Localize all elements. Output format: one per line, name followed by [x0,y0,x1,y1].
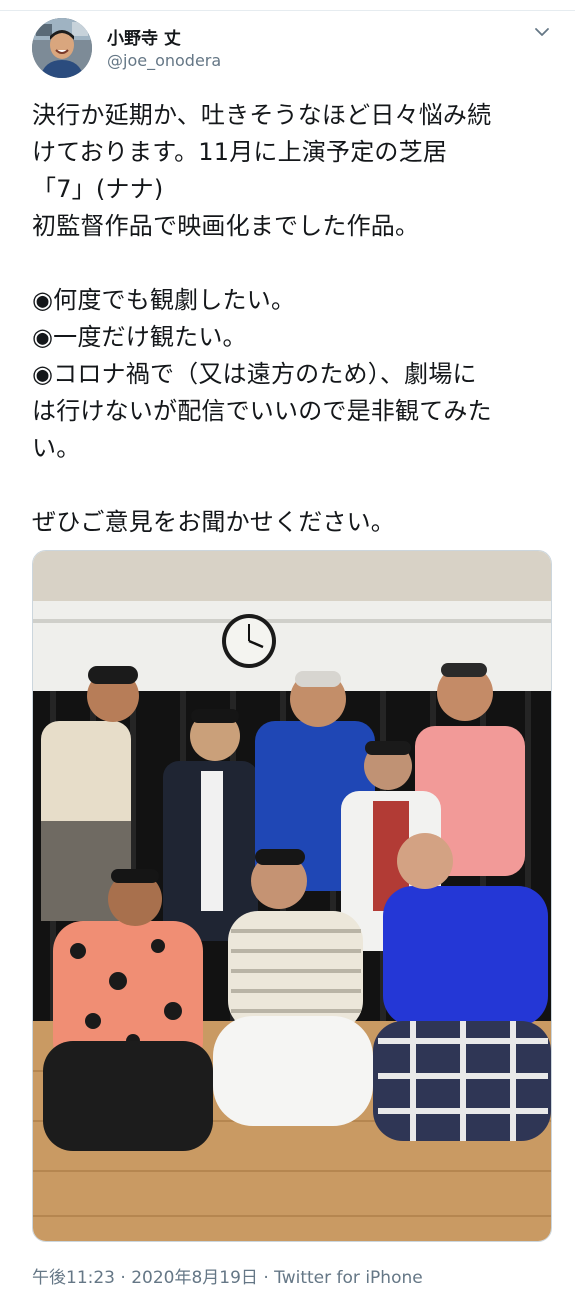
tweet-metadata: 午後11:23 · 2020年8月19日 · Twitter for iPhon… [32,1263,423,1288]
tweet-photo[interactable] [32,550,552,1242]
chevron-down-icon[interactable] [532,22,552,42]
tweet-text: 決行か延期か、吐きそうなほど日々悩み続 けております。11月に上演予定の芝居 「7」… [32,97,547,541]
tweet-line: ◉一度だけ観たい。 [32,323,247,351]
tweet-line: は行けないが配信でいいので是非観てみた [32,397,492,425]
top-divider [0,0,575,11]
tweet-line [32,245,547,282]
tweet-line: けております。11月に上演予定の芝居 [32,138,448,166]
meta-separator: · [257,1268,275,1288]
tweet-line: ◉コロナ禍で（又は遠方のため）、劇場に [32,360,477,388]
group-photo-image [33,551,551,1241]
avatar[interactable] [32,18,92,78]
tweet-line [32,467,547,504]
author-display-name[interactable]: 小野寺 丈 [107,24,181,49]
tweet-line: 初監督作品で映画化までした作品。 [32,212,420,240]
tweet-time[interactable]: 午後11:23 [32,1268,115,1288]
tweet-source[interactable]: Twitter for iPhone [274,1268,423,1288]
tweet-header: 小野寺 丈 @joe_onodera [32,18,552,80]
tweet-line: ぜひご意見をお聞かせください。 [32,508,395,536]
tweet-date[interactable]: 2020年8月19日 [131,1268,258,1288]
author-handle[interactable]: @joe_onodera [107,51,221,70]
tweet-line: ◉何度でも観劇したい。 [32,286,296,314]
tweet-line: 「7」(ナナ) [32,175,164,203]
meta-separator: · [115,1268,132,1288]
tweet-line: 決行か延期か、吐きそうなほど日々悩み続 [32,101,492,129]
tweet-line: い。 [32,434,81,462]
avatar-photo-icon [32,18,92,78]
